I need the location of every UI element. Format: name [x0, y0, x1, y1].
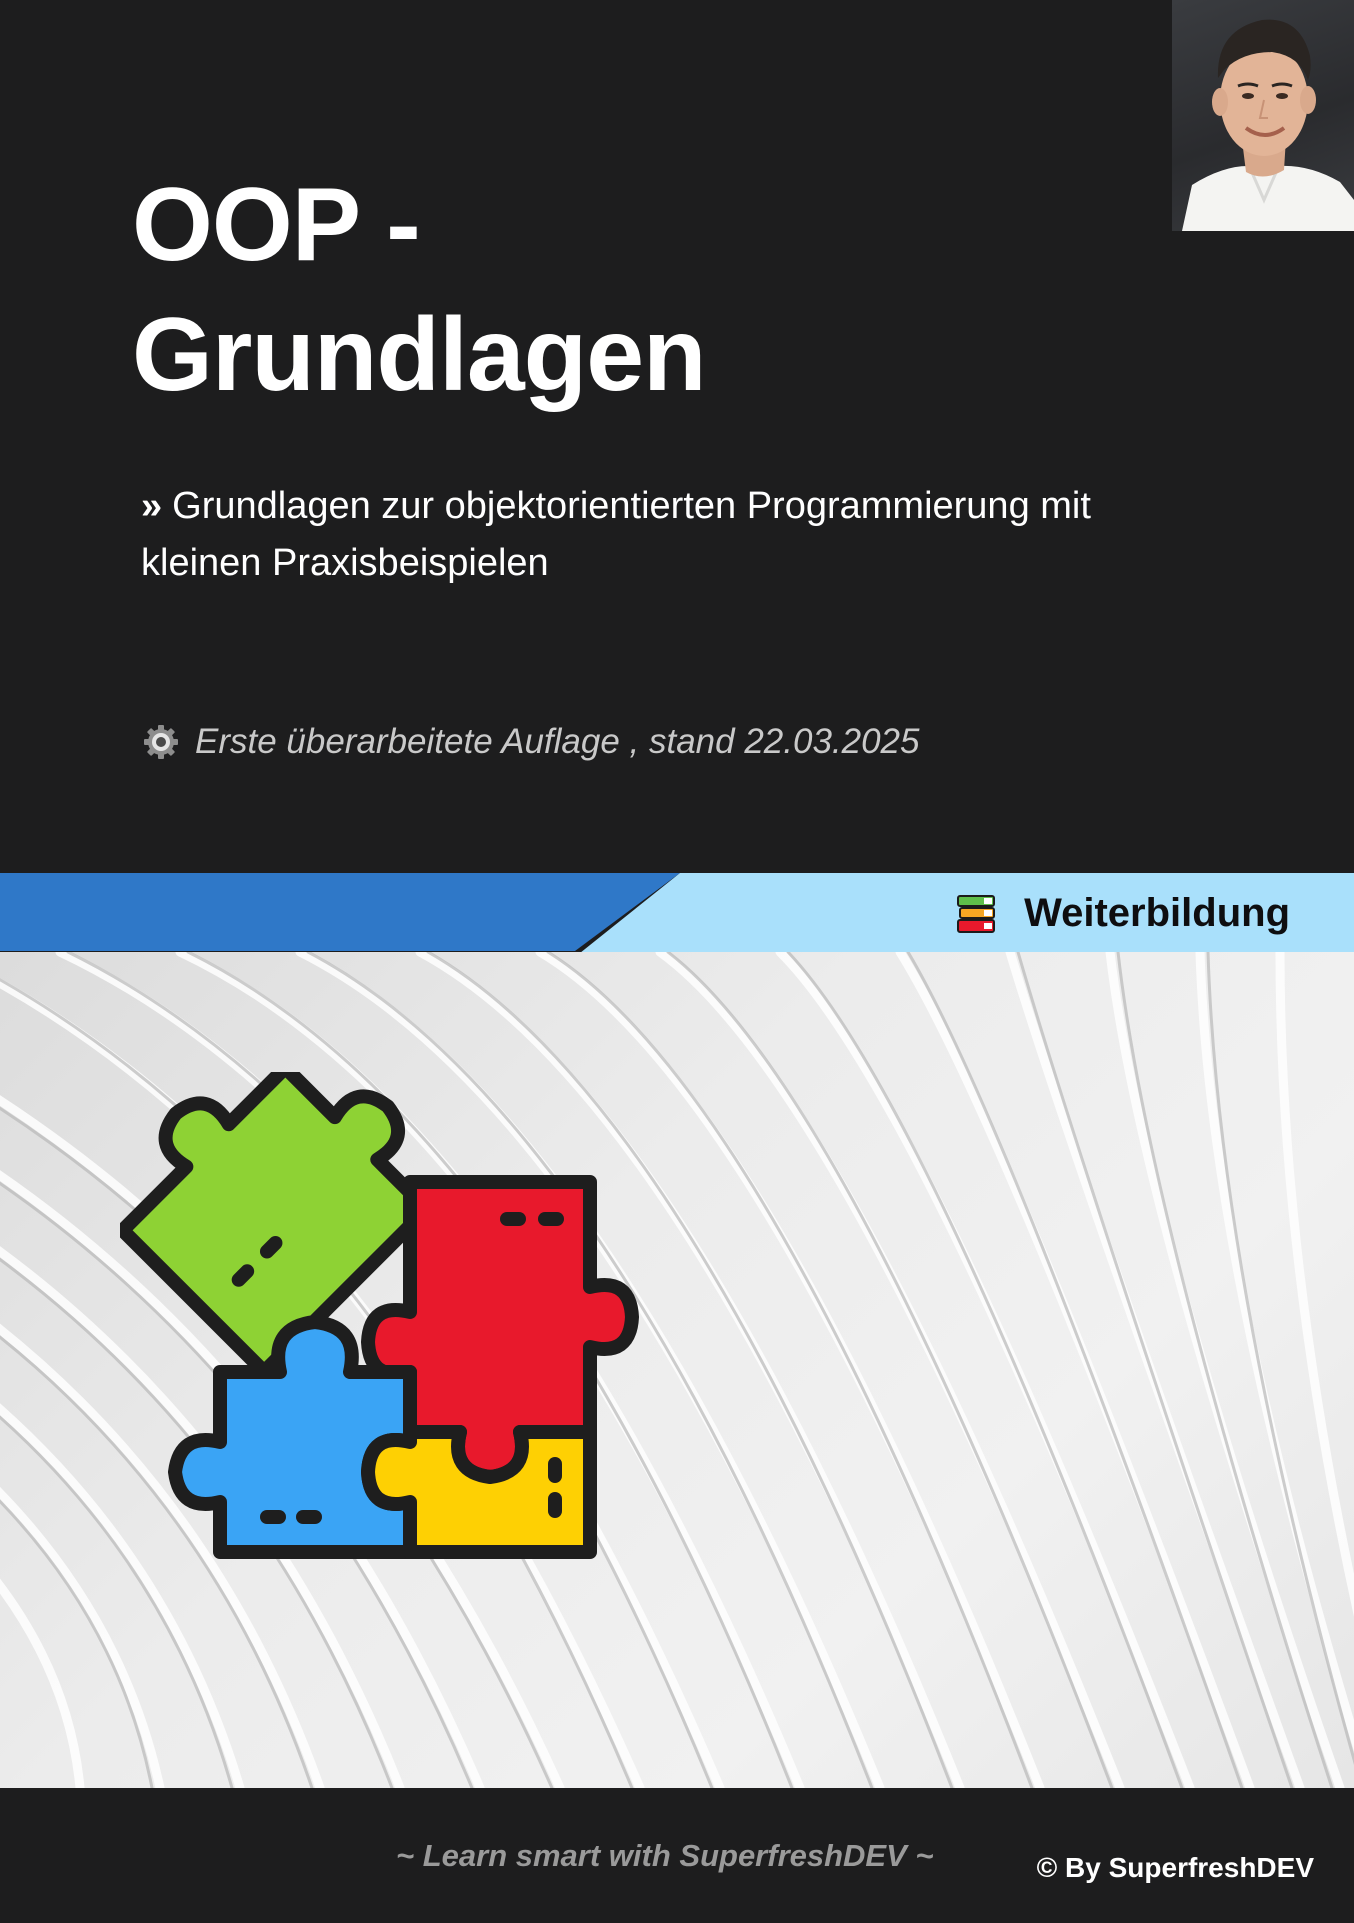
page-title: OOP - Grundlagen [132, 160, 707, 420]
subtitle: » Grundlagen zur objektorientierten Progr… [141, 478, 1211, 592]
category-text: Weiterbildung [1024, 891, 1290, 935]
footer-copyright: © By SuperfreshDEV [1036, 1852, 1314, 1883]
title-line-1: OOP - [132, 167, 421, 283]
books-icon [957, 894, 996, 933]
cover-header: OOP - Grundlagen » Grundlagen zur objekto… [0, 0, 1354, 873]
subtitle-text: Grundlagen zur objektorientierten Progra… [141, 485, 1091, 584]
author-portrait-icon [1182, 19, 1354, 231]
title-line-2: Grundlagen [132, 297, 707, 413]
edition-line: Erste überarbeitete Auflage , stand 22.0… [141, 722, 920, 762]
category-label: Weiterbildung [954, 891, 1290, 936]
puzzle-pieces-icon [120, 1072, 639, 1559]
author-photo [1172, 0, 1354, 231]
subtitle-marker: » [141, 485, 163, 527]
gear-icon [143, 724, 179, 760]
hero-image [0, 952, 1354, 1788]
edition-text: Erste überarbeitete Auflage , stand 22.0… [195, 722, 920, 761]
footer-slogan: ~ Learn smart with SuperfreshDEV ~ [396, 1838, 934, 1873]
